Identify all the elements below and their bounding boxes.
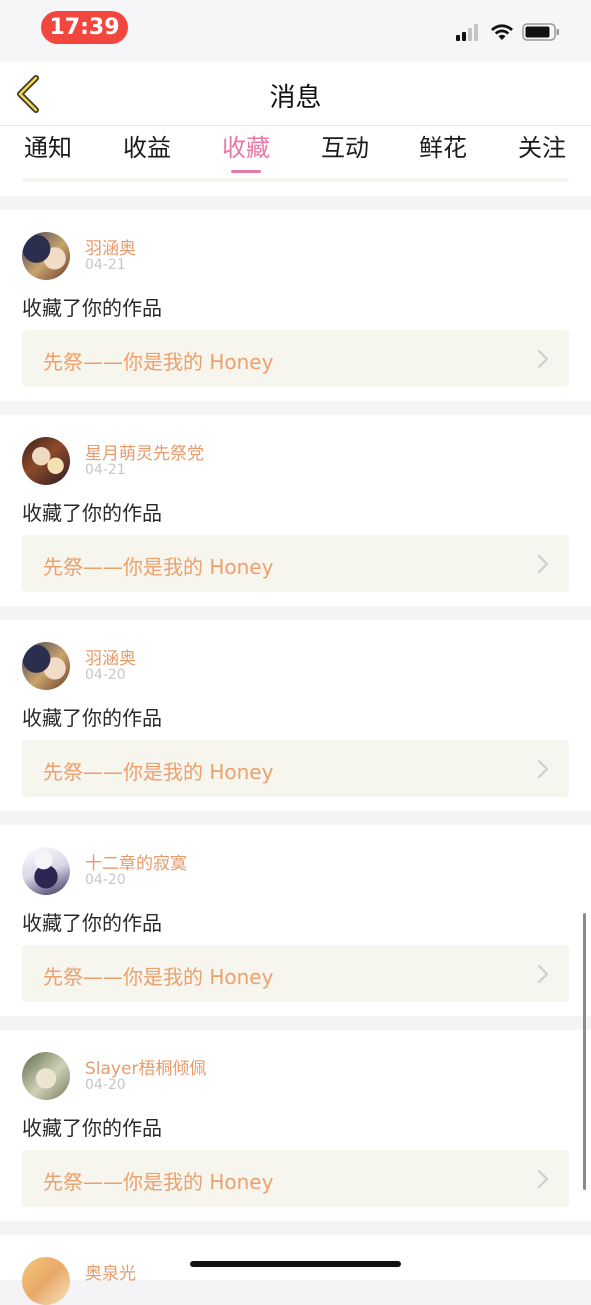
notification-card: 羽涵奥 04-20 收藏了你的作品 先祭——你是我的 Honey [0, 620, 591, 811]
chevron-right-icon [537, 1169, 549, 1189]
avatar[interactable] [22, 1052, 70, 1100]
action-text: 收藏了你的作品 [22, 911, 162, 935]
work-link[interactable]: 先祭——你是我的 Honey [22, 535, 569, 592]
chevron-right-icon [537, 554, 549, 574]
avatar[interactable] [22, 847, 70, 895]
active-tab-indicator [231, 170, 261, 173]
status-time: 17:39 [41, 11, 128, 44]
tab-follows[interactable]: 关注 [512, 132, 572, 164]
nav-bar: 消息 [0, 62, 591, 125]
date: 04-21 [85, 257, 126, 273]
tab-favorites[interactable]: 收藏 [216, 132, 276, 173]
work-link[interactable]: 先祭——你是我的 Honey [22, 330, 569, 387]
work-link[interactable]: 先祭——你是我的 Honey [22, 1150, 569, 1207]
username[interactable]: 十二章的寂寞 [85, 849, 187, 874]
work-link[interactable]: 先祭——你是我的 Honey [22, 945, 569, 1002]
username[interactable]: 羽涵奥 [85, 644, 136, 669]
date: 04-20 [85, 872, 126, 888]
work-title: 先祭——你是我的 Honey [43, 760, 274, 784]
chevron-right-icon [537, 964, 549, 984]
date: 04-21 [85, 462, 126, 478]
action-text: 收藏了你的作品 [22, 1116, 162, 1140]
action-text: 收藏了你的作品 [22, 501, 162, 525]
notification-card: 星月萌灵先祭党 04-21 收藏了你的作品 先祭——你是我的 Honey [0, 415, 591, 606]
work-title: 先祭——你是我的 Honey [43, 1170, 274, 1194]
action-text: 收藏了你的作品 [22, 706, 162, 730]
home-indicator[interactable] [190, 1261, 401, 1267]
battery-icon [522, 23, 559, 41]
username[interactable]: 羽涵奥 [85, 234, 136, 259]
status-bar: 17:39 [0, 0, 591, 62]
avatar[interactable] [22, 642, 70, 690]
work-title: 先祭——你是我的 Honey [43, 350, 274, 374]
username[interactable]: 星月萌灵先祭党 [85, 439, 204, 464]
work-title: 先祭——你是我的 Honey [43, 555, 274, 579]
notification-card: 羽涵奥 04-21 收藏了你的作品 先祭——你是我的 Honey [0, 210, 591, 401]
notification-card: Slayer梧桐倾佩 04-20 收藏了你的作品 先祭——你是我的 Honey [0, 1030, 591, 1221]
work-title: 先祭——你是我的 Honey [43, 965, 274, 989]
avatar[interactable] [22, 1257, 70, 1305]
action-text: 收藏了你的作品 [22, 296, 162, 320]
work-link[interactable]: 先祭——你是我的 Honey [22, 740, 569, 797]
cellular-signal-icon [456, 23, 482, 41]
tab-notifications[interactable]: 通知 [18, 132, 78, 164]
date: 04-20 [85, 667, 126, 683]
tab-earnings[interactable]: 收益 [117, 132, 177, 164]
avatar[interactable] [22, 232, 70, 280]
tab-flowers[interactable]: 鲜花 [413, 132, 473, 164]
chevron-right-icon [537, 349, 549, 369]
username[interactable]: Slayer梧桐倾佩 [85, 1054, 206, 1079]
tab-bar: 通知 收益 收藏 互动 鲜花 关注 [0, 125, 591, 178]
tab-interactions[interactable]: 互动 [315, 132, 375, 164]
page-title: 消息 [269, 83, 322, 113]
scrollbar[interactable] [583, 913, 586, 1190]
chevron-right-icon [537, 759, 549, 779]
previous-card-edge [0, 178, 591, 196]
notification-card: 奥泉光 [0, 1235, 591, 1305]
date: 04-20 [85, 1077, 126, 1093]
notification-card: 十二章的寂寞 04-20 收藏了你的作品 先祭——你是我的 Honey [0, 825, 591, 1016]
wifi-icon [491, 24, 513, 40]
username[interactable]: 奥泉光 [85, 1259, 136, 1284]
avatar[interactable] [22, 437, 70, 485]
